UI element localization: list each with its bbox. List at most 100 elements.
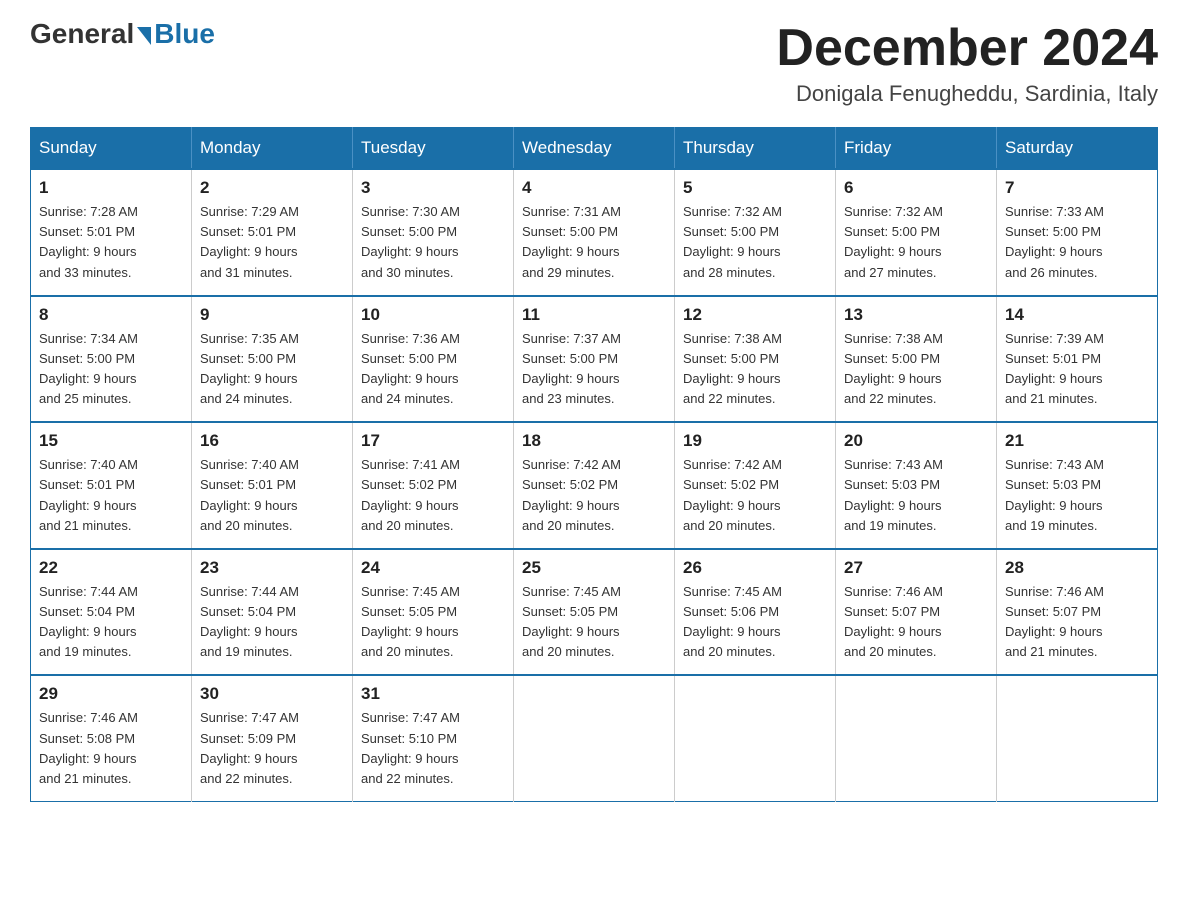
day-headers-row: Sunday Monday Tuesday Wednesday Thursday… <box>31 128 1158 170</box>
table-row: 24 Sunrise: 7:45 AM Sunset: 5:05 PM Dayl… <box>353 549 514 676</box>
day-info: Sunrise: 7:46 AM Sunset: 5:07 PM Dayligh… <box>1005 582 1149 663</box>
day-number: 11 <box>522 305 666 325</box>
day-number: 3 <box>361 178 505 198</box>
day-number: 25 <box>522 558 666 578</box>
table-row: 20 Sunrise: 7:43 AM Sunset: 5:03 PM Dayl… <box>836 422 997 549</box>
day-info: Sunrise: 7:45 AM Sunset: 5:05 PM Dayligh… <box>361 582 505 663</box>
table-row: 12 Sunrise: 7:38 AM Sunset: 5:00 PM Dayl… <box>675 296 836 423</box>
day-info: Sunrise: 7:36 AM Sunset: 5:00 PM Dayligh… <box>361 329 505 410</box>
day-number: 15 <box>39 431 183 451</box>
table-row: 3 Sunrise: 7:30 AM Sunset: 5:00 PM Dayli… <box>353 169 514 296</box>
table-row <box>997 675 1158 801</box>
calendar-table: Sunday Monday Tuesday Wednesday Thursday… <box>30 127 1158 802</box>
day-number: 30 <box>200 684 344 704</box>
day-info: Sunrise: 7:40 AM Sunset: 5:01 PM Dayligh… <box>39 455 183 536</box>
calendar-week-row: 8 Sunrise: 7:34 AM Sunset: 5:00 PM Dayli… <box>31 296 1158 423</box>
day-info: Sunrise: 7:37 AM Sunset: 5:00 PM Dayligh… <box>522 329 666 410</box>
calendar-week-row: 22 Sunrise: 7:44 AM Sunset: 5:04 PM Dayl… <box>31 549 1158 676</box>
day-number: 19 <box>683 431 827 451</box>
day-info: Sunrise: 7:32 AM Sunset: 5:00 PM Dayligh… <box>683 202 827 283</box>
day-info: Sunrise: 7:30 AM Sunset: 5:00 PM Dayligh… <box>361 202 505 283</box>
day-number: 5 <box>683 178 827 198</box>
logo-arrow-icon <box>137 27 151 45</box>
table-row: 27 Sunrise: 7:46 AM Sunset: 5:07 PM Dayl… <box>836 549 997 676</box>
table-row: 5 Sunrise: 7:32 AM Sunset: 5:00 PM Dayli… <box>675 169 836 296</box>
col-sunday: Sunday <box>31 128 192 170</box>
location-title: Donigala Fenugheddu, Sardinia, Italy <box>776 81 1158 107</box>
table-row <box>836 675 997 801</box>
table-row: 14 Sunrise: 7:39 AM Sunset: 5:01 PM Dayl… <box>997 296 1158 423</box>
day-info: Sunrise: 7:47 AM Sunset: 5:10 PM Dayligh… <box>361 708 505 789</box>
day-number: 24 <box>361 558 505 578</box>
day-number: 7 <box>1005 178 1149 198</box>
day-number: 26 <box>683 558 827 578</box>
day-number: 4 <box>522 178 666 198</box>
day-info: Sunrise: 7:38 AM Sunset: 5:00 PM Dayligh… <box>683 329 827 410</box>
day-number: 6 <box>844 178 988 198</box>
table-row: 17 Sunrise: 7:41 AM Sunset: 5:02 PM Dayl… <box>353 422 514 549</box>
table-row: 31 Sunrise: 7:47 AM Sunset: 5:10 PM Dayl… <box>353 675 514 801</box>
day-info: Sunrise: 7:47 AM Sunset: 5:09 PM Dayligh… <box>200 708 344 789</box>
table-row: 15 Sunrise: 7:40 AM Sunset: 5:01 PM Dayl… <box>31 422 192 549</box>
table-row: 9 Sunrise: 7:35 AM Sunset: 5:00 PM Dayli… <box>192 296 353 423</box>
table-row: 26 Sunrise: 7:45 AM Sunset: 5:06 PM Dayl… <box>675 549 836 676</box>
table-row: 29 Sunrise: 7:46 AM Sunset: 5:08 PM Dayl… <box>31 675 192 801</box>
title-section: December 2024 Donigala Fenugheddu, Sardi… <box>776 20 1158 107</box>
page-header: General Blue December 2024 Donigala Fenu… <box>30 20 1158 107</box>
table-row: 25 Sunrise: 7:45 AM Sunset: 5:05 PM Dayl… <box>514 549 675 676</box>
day-info: Sunrise: 7:42 AM Sunset: 5:02 PM Dayligh… <box>522 455 666 536</box>
col-wednesday: Wednesday <box>514 128 675 170</box>
col-thursday: Thursday <box>675 128 836 170</box>
calendar-header: Sunday Monday Tuesday Wednesday Thursday… <box>31 128 1158 170</box>
logo-blue-text: Blue <box>154 20 215 48</box>
calendar-week-row: 1 Sunrise: 7:28 AM Sunset: 5:01 PM Dayli… <box>31 169 1158 296</box>
day-number: 14 <box>1005 305 1149 325</box>
day-info: Sunrise: 7:33 AM Sunset: 5:00 PM Dayligh… <box>1005 202 1149 283</box>
table-row: 1 Sunrise: 7:28 AM Sunset: 5:01 PM Dayli… <box>31 169 192 296</box>
day-info: Sunrise: 7:29 AM Sunset: 5:01 PM Dayligh… <box>200 202 344 283</box>
table-row: 16 Sunrise: 7:40 AM Sunset: 5:01 PM Dayl… <box>192 422 353 549</box>
day-info: Sunrise: 7:44 AM Sunset: 5:04 PM Dayligh… <box>39 582 183 663</box>
day-info: Sunrise: 7:34 AM Sunset: 5:00 PM Dayligh… <box>39 329 183 410</box>
table-row: 13 Sunrise: 7:38 AM Sunset: 5:00 PM Dayl… <box>836 296 997 423</box>
day-number: 23 <box>200 558 344 578</box>
day-info: Sunrise: 7:31 AM Sunset: 5:00 PM Dayligh… <box>522 202 666 283</box>
table-row: 6 Sunrise: 7:32 AM Sunset: 5:00 PM Dayli… <box>836 169 997 296</box>
table-row: 10 Sunrise: 7:36 AM Sunset: 5:00 PM Dayl… <box>353 296 514 423</box>
day-number: 22 <box>39 558 183 578</box>
day-info: Sunrise: 7:42 AM Sunset: 5:02 PM Dayligh… <box>683 455 827 536</box>
logo-general-text: General <box>30 20 134 48</box>
calendar-week-row: 29 Sunrise: 7:46 AM Sunset: 5:08 PM Dayl… <box>31 675 1158 801</box>
day-info: Sunrise: 7:28 AM Sunset: 5:01 PM Dayligh… <box>39 202 183 283</box>
table-row: 30 Sunrise: 7:47 AM Sunset: 5:09 PM Dayl… <box>192 675 353 801</box>
table-row: 8 Sunrise: 7:34 AM Sunset: 5:00 PM Dayli… <box>31 296 192 423</box>
col-saturday: Saturday <box>997 128 1158 170</box>
day-info: Sunrise: 7:46 AM Sunset: 5:08 PM Dayligh… <box>39 708 183 789</box>
day-number: 20 <box>844 431 988 451</box>
day-info: Sunrise: 7:32 AM Sunset: 5:00 PM Dayligh… <box>844 202 988 283</box>
day-info: Sunrise: 7:44 AM Sunset: 5:04 PM Dayligh… <box>200 582 344 663</box>
day-number: 27 <box>844 558 988 578</box>
day-number: 17 <box>361 431 505 451</box>
day-number: 21 <box>1005 431 1149 451</box>
col-friday: Friday <box>836 128 997 170</box>
day-info: Sunrise: 7:35 AM Sunset: 5:00 PM Dayligh… <box>200 329 344 410</box>
day-number: 2 <box>200 178 344 198</box>
col-tuesday: Tuesday <box>353 128 514 170</box>
table-row: 4 Sunrise: 7:31 AM Sunset: 5:00 PM Dayli… <box>514 169 675 296</box>
col-monday: Monday <box>192 128 353 170</box>
day-info: Sunrise: 7:45 AM Sunset: 5:06 PM Dayligh… <box>683 582 827 663</box>
table-row: 19 Sunrise: 7:42 AM Sunset: 5:02 PM Dayl… <box>675 422 836 549</box>
table-row: 28 Sunrise: 7:46 AM Sunset: 5:07 PM Dayl… <box>997 549 1158 676</box>
day-number: 29 <box>39 684 183 704</box>
table-row <box>514 675 675 801</box>
logo: General Blue <box>30 20 215 48</box>
day-info: Sunrise: 7:38 AM Sunset: 5:00 PM Dayligh… <box>844 329 988 410</box>
table-row: 7 Sunrise: 7:33 AM Sunset: 5:00 PM Dayli… <box>997 169 1158 296</box>
table-row: 2 Sunrise: 7:29 AM Sunset: 5:01 PM Dayli… <box>192 169 353 296</box>
day-info: Sunrise: 7:46 AM Sunset: 5:07 PM Dayligh… <box>844 582 988 663</box>
day-info: Sunrise: 7:41 AM Sunset: 5:02 PM Dayligh… <box>361 455 505 536</box>
day-number: 18 <box>522 431 666 451</box>
table-row: 21 Sunrise: 7:43 AM Sunset: 5:03 PM Dayl… <box>997 422 1158 549</box>
table-row: 18 Sunrise: 7:42 AM Sunset: 5:02 PM Dayl… <box>514 422 675 549</box>
